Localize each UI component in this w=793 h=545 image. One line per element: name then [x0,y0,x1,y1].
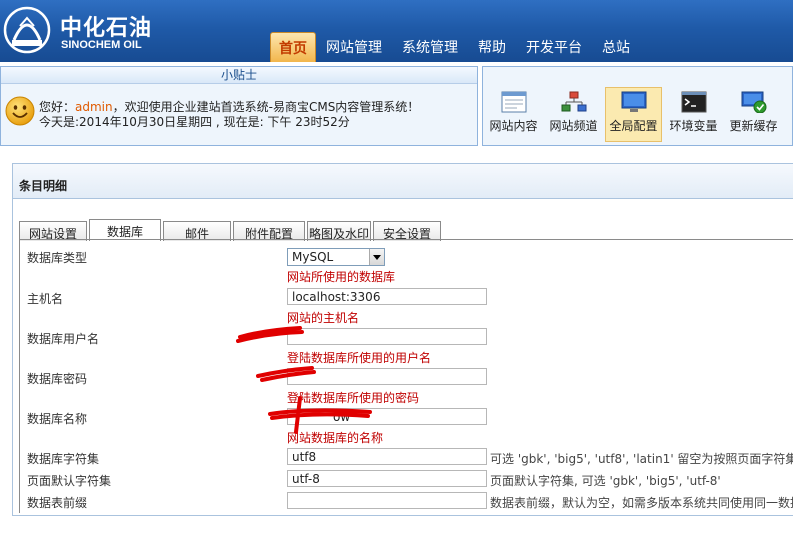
page-charset-label: 页面默认字符集 [27,474,112,488]
content-icon [501,91,526,113]
tool-global-config[interactable]: 全局配置 [605,87,662,142]
db-user-input[interactable] [287,328,487,345]
page-charset-input[interactable]: utf-8 [287,470,487,487]
nav-site-management[interactable]: 网站管理 [316,32,392,62]
tool-label: 更新缓存 [729,119,778,133]
db-type-label: 数据库类型 [27,251,88,265]
host-input[interactable]: localhost:3306 [287,288,487,305]
db-password-input[interactable] [287,368,487,385]
quick-tools: 网站内容 网站频道 全局配置 环境变量 更新缓存 [482,66,793,146]
db-password-label: 数据库密码 [27,372,88,386]
db-type-hint: 网站所使用的数据库 [287,270,396,284]
host-hint: 网站的主机名 [287,311,360,325]
channel-icon [561,91,586,112]
tab-attachment-config[interactable]: 附件配置 [233,221,305,241]
chevron-down-icon[interactable] [369,249,384,265]
panel-title: 条目明细 [13,164,793,199]
nav-system-management[interactable]: 系统管理 [392,32,468,62]
refresh-cache-icon [741,91,766,113]
item-detail-panel: 条目明细 网站设置 数据库 邮件 附件配置 略图及水印 安全设置 数据库类型 M… [12,163,793,516]
brand-name-cn: 中化石油 [60,16,153,41]
db-name-input[interactable]: ow [287,408,487,425]
brand-name-en: SINOCHEM OIL [61,39,142,51]
greeting-text: 您好： [39,100,76,114]
username-link[interactable]: admin [75,100,113,114]
tool-label: 网站频道 [549,119,598,133]
global-config-icon [621,91,646,112]
welcome-message: ，欢迎使用企业建站首选系统-易商宝CMS内容管理系统！ [112,100,420,114]
smiley-icon [5,96,35,126]
tab-security-settings[interactable]: 安全设置 [373,221,441,241]
tool-label: 全局配置 [609,119,658,133]
tool-site-content[interactable]: 网站内容 [485,87,542,142]
tab-mail[interactable]: 邮件 [163,221,231,241]
database-settings-form: 数据库类型 MySQL 网站所使用的数据库 主机名 localhost:3306… [19,239,793,513]
top-header: 中化石油 SINOCHEM OIL 首页 网站管理 系统管理 帮助 开发平台 总… [0,0,793,62]
tool-site-channel[interactable]: 网站频道 [545,87,602,142]
tool-label: 环境变量 [669,119,718,133]
db-name-label: 数据库名称 [27,412,88,426]
host-label: 主机名 [27,292,64,306]
db-name-hint: 网站数据库的名称 [287,431,384,445]
main-nav: 首页 网站管理 系统管理 帮助 开发平台 总站 [270,30,640,62]
date-time-text: 今天是:2014年10月30日星期四 , 现在是: 下午 23时52分 [39,115,350,129]
db-user-label: 数据库用户名 [27,332,100,346]
tool-env-vars[interactable]: 环境变量 [665,87,722,142]
charset-input[interactable]: utf8 [287,448,487,465]
db-type-value: MySQL [292,250,334,264]
tab-database[interactable]: 数据库 [89,219,161,241]
db-user-hint: 登陆数据库所使用的用户名 [287,351,432,365]
db-password-hint: 登陆数据库所使用的密码 [287,391,420,405]
tips-box: 小贴士 您好：admin，欢迎使用企业建站首选系统-易商宝CMS内容管理系统！ … [0,66,478,146]
charset-hint: 可选 'gbk', 'big5', 'utf8', 'latin1' 留空为按照… [490,452,793,466]
charset-label: 数据库字符集 [27,452,100,466]
nav-main-site[interactable]: 总站 [592,32,640,62]
db-type-select[interactable]: MySQL [287,248,385,266]
tab-thumbnail-watermark[interactable]: 略图及水印 [307,221,371,241]
page-charset-hint: 页面默认字符集, 可选 'gbk', 'big5', 'utf-8' [490,474,721,488]
table-prefix-label: 数据表前缀 [27,496,88,510]
table-prefix-input[interactable] [287,492,487,509]
sinochem-logo [0,0,56,62]
tab-site-settings[interactable]: 网站设置 [19,221,87,241]
settings-tabs: 网站设置 数据库 邮件 附件配置 略图及水印 安全设置 [19,219,443,241]
tool-label: 网站内容 [489,119,538,133]
nav-help[interactable]: 帮助 [468,32,516,62]
tips-title: 小贴士 [1,67,477,84]
table-prefix-hint: 数据表前缀，默认为空，如需多版本系统共同使用同一数据库 [490,496,793,510]
nav-dev-platform[interactable]: 开发平台 [516,32,592,62]
tool-refresh-cache[interactable]: 更新缓存 [725,87,782,142]
terminal-icon [681,91,706,113]
nav-home[interactable]: 首页 [270,32,316,62]
